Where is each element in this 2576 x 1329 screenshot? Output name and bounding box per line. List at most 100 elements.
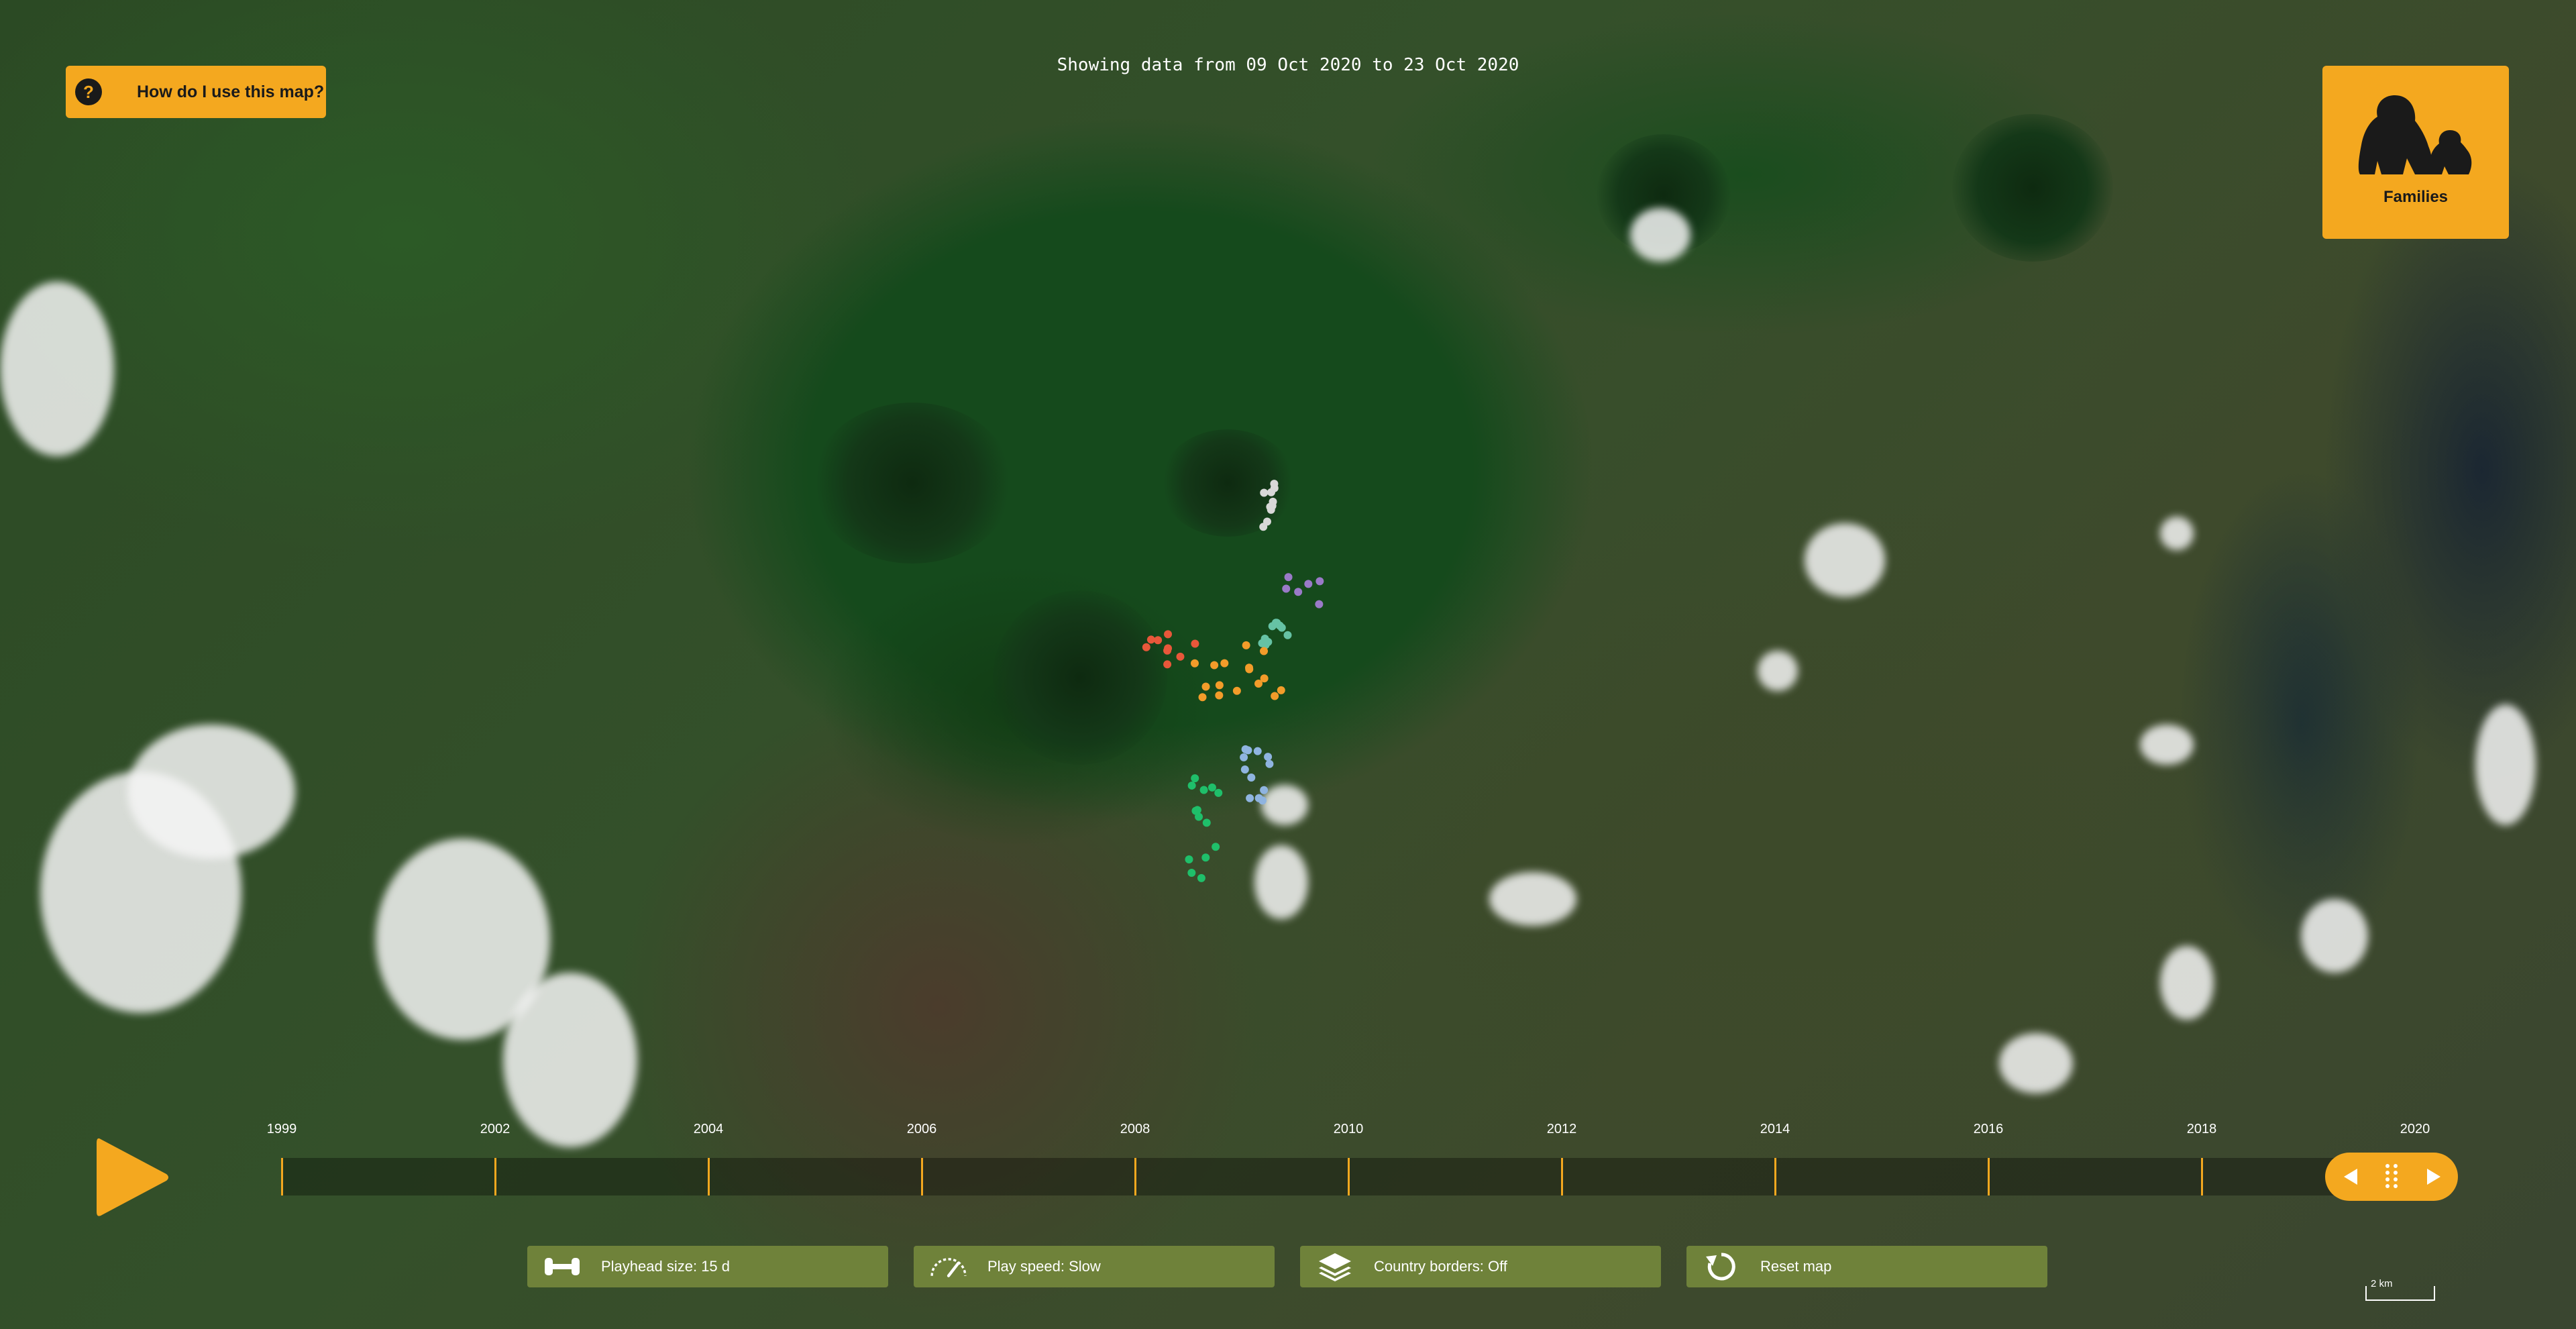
timeline-year-label: 2004 xyxy=(693,1122,724,1136)
country-borders-button[interactable]: Country borders: Off xyxy=(1300,1246,1661,1287)
gorilla-location-dot xyxy=(1260,647,1269,655)
gorilla-location-dot xyxy=(1142,643,1150,651)
gorilla-location-dot xyxy=(1277,686,1285,694)
gorilla-location-dot xyxy=(1199,786,1208,794)
gorilla-location-dot xyxy=(1316,577,1324,586)
gorilla-location-dot xyxy=(1294,588,1303,596)
play-button[interactable] xyxy=(94,1134,172,1221)
timeline-year-label: 2016 xyxy=(1973,1122,2004,1136)
gorilla-location-dot xyxy=(1185,855,1193,864)
gorilla-location-dot xyxy=(1260,488,1269,497)
gorilla-location-dot xyxy=(1254,794,1263,802)
gorilla-location-dot xyxy=(1191,639,1199,648)
gorilla-location-dot xyxy=(1176,652,1185,661)
gorilla-location-dot xyxy=(1284,573,1293,582)
gorilla-location-dot xyxy=(1187,868,1196,877)
timeline-year-tick xyxy=(281,1158,283,1195)
gorilla-location-dot xyxy=(1201,853,1210,862)
gorilla-location-dot xyxy=(1268,501,1277,510)
gorilla-location-dot xyxy=(1270,484,1279,492)
gorilla-location-dot xyxy=(1277,623,1286,632)
scale-bar: 2 km xyxy=(2365,1278,2435,1301)
gorilla-location-dot xyxy=(1190,659,1199,668)
timeline-year-tick xyxy=(1348,1158,1350,1195)
play-speed-label: Play speed: Slow xyxy=(987,1258,1101,1275)
gorilla-location-dot xyxy=(1197,873,1205,882)
playhead-size-label: Playhead size: 15 d xyxy=(601,1258,731,1275)
gorilla-location-dot xyxy=(1245,665,1254,674)
gorilla-location-dot xyxy=(1242,641,1250,649)
playhead-size-button[interactable]: Playhead size: 15 d xyxy=(527,1246,888,1287)
timeline-year-tick xyxy=(708,1158,710,1195)
gorilla-location-dot xyxy=(1282,584,1291,593)
gorilla-location-dot xyxy=(1154,636,1163,645)
gorilla-location-dot xyxy=(1212,843,1220,851)
gorilla-location-dot xyxy=(1198,693,1207,702)
gorilla-location-dot xyxy=(1240,753,1248,761)
timeline-year-tick xyxy=(2201,1158,2203,1195)
gorilla-location-dot xyxy=(1187,781,1196,790)
timeline-year-tick xyxy=(494,1158,496,1195)
timeline-year-tick xyxy=(1561,1158,1563,1195)
gorilla-location-dot xyxy=(1164,644,1173,653)
timeline-year-label: 2002 xyxy=(480,1122,511,1136)
timeline-year-label: 2008 xyxy=(1120,1122,1150,1136)
gorilla-location-dot xyxy=(1253,747,1262,755)
layers-icon xyxy=(1315,1252,1355,1281)
gorilla-location-dot xyxy=(1264,753,1273,761)
reset-icon xyxy=(1701,1252,1741,1281)
gorilla-location-dot xyxy=(1191,774,1199,783)
gorilla-location-dot xyxy=(1265,759,1274,768)
gorilla-location-dot xyxy=(1271,692,1279,700)
gorilla-location-dot xyxy=(1304,580,1313,588)
gorilla-location-dot xyxy=(1315,600,1324,608)
timeline-year-tick xyxy=(1774,1158,1776,1195)
timeline-year-tick xyxy=(1134,1158,1136,1195)
gorilla-icon xyxy=(2358,95,2472,174)
gorilla-location-dot xyxy=(1146,635,1155,644)
gorilla-location-dot xyxy=(1202,818,1211,827)
scale-bar-line xyxy=(2365,1286,2435,1301)
gorilla-location-dot xyxy=(1191,806,1200,815)
timeline-year-label: 2014 xyxy=(1760,1122,1790,1136)
gorilla-location-dot xyxy=(1246,794,1254,802)
gorilla-location-dot xyxy=(1241,745,1250,753)
timeline-year-label: 2018 xyxy=(2186,1122,2217,1136)
reset-map-button[interactable]: Reset map xyxy=(1686,1246,2047,1287)
timeline-year-label: 1999 xyxy=(266,1122,297,1136)
arrows-horizontal-icon xyxy=(542,1252,582,1281)
timeline-year-label: 2020 xyxy=(2400,1122,2430,1136)
gorilla-location-dot xyxy=(1163,660,1172,669)
gorilla-location-dot xyxy=(1240,765,1249,774)
reset-map-label: Reset map xyxy=(1760,1258,1832,1275)
question-icon: ? xyxy=(75,78,102,105)
timeline-year-label: 2010 xyxy=(1333,1122,1364,1136)
help-button-label: How do I use this map? xyxy=(137,82,325,101)
families-button-label: Families xyxy=(2383,188,2449,206)
gorilla-location-dot xyxy=(1254,679,1263,688)
gorilla-location-dot xyxy=(1247,773,1256,782)
gorilla-location-dot xyxy=(1283,631,1292,639)
timeline-year-label: 2006 xyxy=(906,1122,937,1136)
gorilla-location-dot xyxy=(1220,659,1229,668)
gorilla-location-dot xyxy=(1214,788,1223,797)
gorilla-location-dot xyxy=(1210,661,1219,670)
country-borders-label: Country borders: Off xyxy=(1374,1258,1507,1275)
families-button[interactable]: Families xyxy=(2322,66,2509,239)
speedometer-icon xyxy=(928,1252,969,1281)
gorilla-location-dot xyxy=(1232,686,1241,695)
timeline-year-tick xyxy=(921,1158,923,1195)
timeline-year-label: 2012 xyxy=(1546,1122,1577,1136)
play-speed-button[interactable]: Play speed: Slow xyxy=(914,1246,1275,1287)
timeline-track[interactable] xyxy=(282,1158,2334,1195)
gorilla-location-dot xyxy=(1260,786,1269,794)
timeline-year-tick xyxy=(1988,1158,1990,1195)
gorilla-location-dot xyxy=(1264,637,1273,646)
gorilla-location-dot xyxy=(1263,517,1271,526)
gorilla-location-dot xyxy=(1208,783,1216,792)
gorilla-location-dot xyxy=(1201,682,1210,691)
gorilla-location-dot xyxy=(1164,630,1173,639)
playhead-handle[interactable] xyxy=(2325,1153,2458,1201)
gorilla-location-dot xyxy=(1215,691,1224,700)
gorilla-location-dot xyxy=(1215,681,1224,690)
